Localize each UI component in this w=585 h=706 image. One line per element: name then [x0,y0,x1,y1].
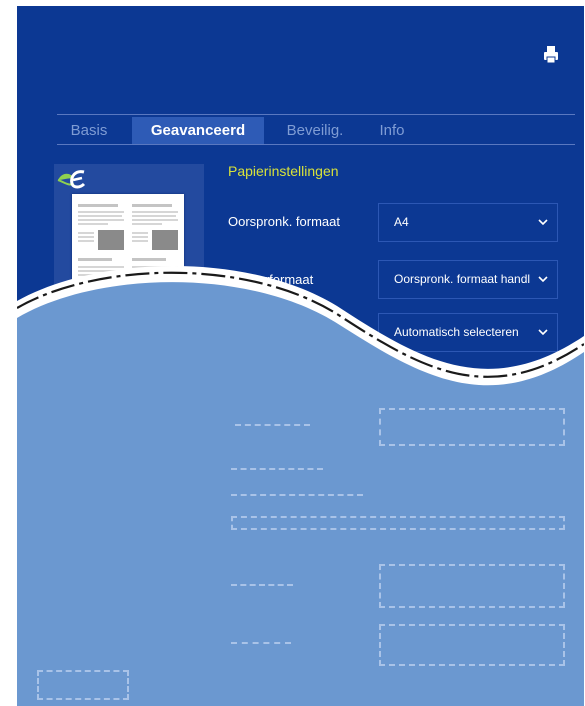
placeholder-box [379,408,565,446]
placeholder-box [37,670,129,700]
placeholder-line [231,468,323,470]
printer-preferences-window: Basis Geavanceerd Beveilig. Info Papieri… [17,6,584,706]
placeholder-box [231,516,565,530]
placeholder-line [231,584,293,586]
placeholder-line [231,642,291,644]
placeholder-line [231,494,363,496]
placeholder-box [379,624,565,666]
placeholder-line [235,424,310,426]
placeholder-box [379,564,565,608]
